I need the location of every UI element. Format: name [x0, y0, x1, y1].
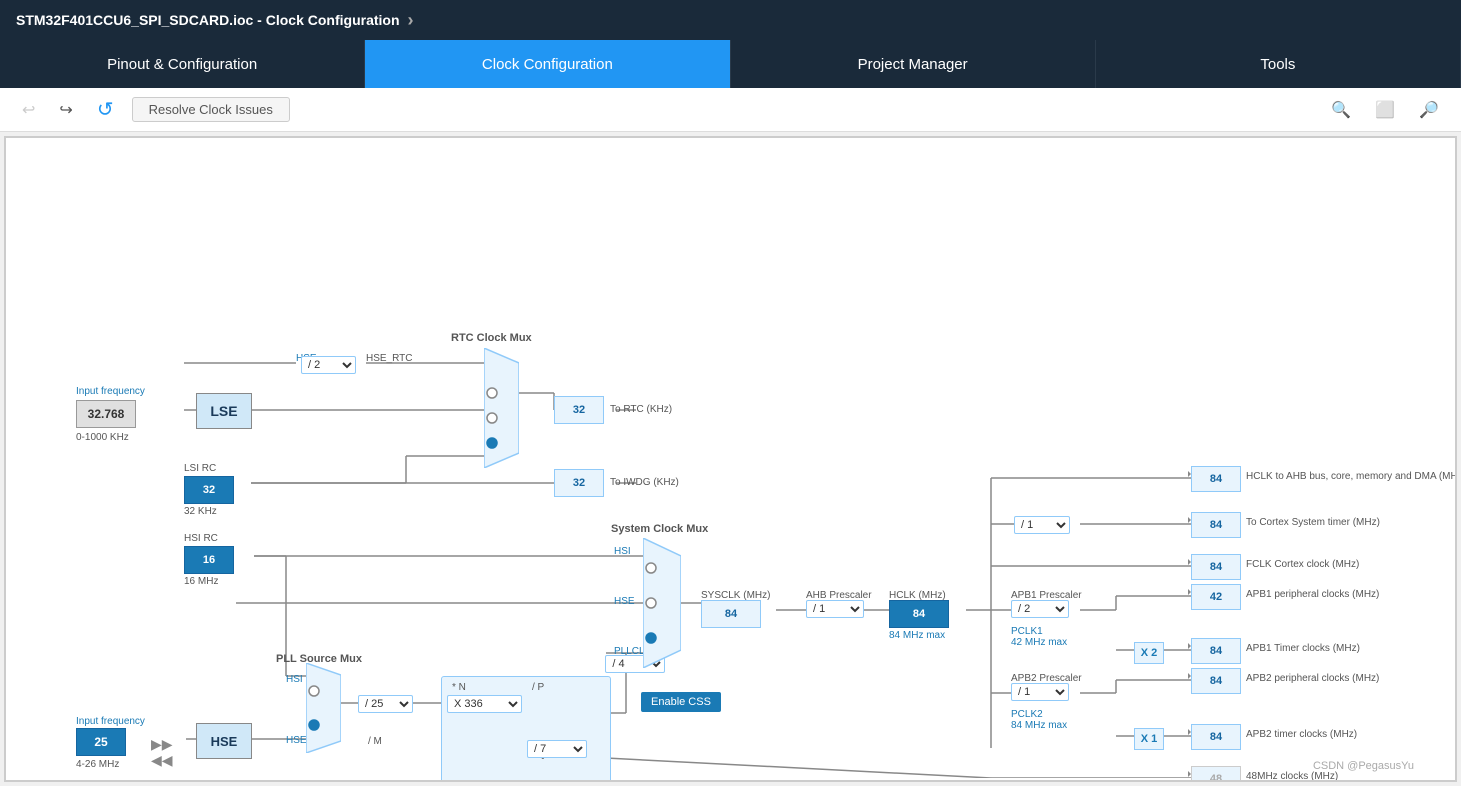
main-pll-box: * N X 336 / P / 4 / Q / 7 Main PLL [441, 676, 611, 782]
apb2-periph-label: APB2 peripheral clocks (MHz) [1246, 673, 1379, 684]
div-p-label: / P [532, 682, 544, 693]
enable-css-button[interactable]: Enable CSS [641, 692, 721, 712]
pll-hsi-label: HSI [286, 674, 303, 685]
tab-clock[interactable]: Clock Configuration [365, 40, 730, 88]
cortex-timer-div-select[interactable]: / 1 [1014, 516, 1070, 534]
hse-div2-select[interactable]: / 2 [301, 356, 356, 374]
fclk-label: FCLK Cortex clock (MHz) [1246, 559, 1359, 570]
hse-bottom-block: HSE [196, 723, 252, 759]
fit-button[interactable]: ⬜ [1369, 96, 1401, 124]
sys-mux-shape [643, 538, 681, 668]
mul-n-label: * N [452, 682, 466, 693]
zoom-in-button[interactable]: 🔍 [1325, 96, 1357, 124]
hsi-label: HSI RC [184, 533, 218, 544]
hsi-value[interactable]: 16 [184, 546, 234, 574]
ahb-select[interactable]: / 1 [806, 600, 864, 618]
apb1-periph-value: 42 [1191, 584, 1241, 610]
div-m-label: / M [368, 736, 382, 747]
pclk1-label: PCLK1 [1011, 626, 1043, 637]
apb2-periph-value: 84 [1191, 668, 1241, 694]
pll-hse-label: HSE [286, 735, 307, 746]
clock-diagram: Input frequency 32.768 0-1000 KHz LSE LS… [6, 138, 1426, 778]
tab-pinout[interactable]: Pinout & Configuration [0, 40, 365, 88]
watermark: CSDN @PegasusYu [1313, 760, 1414, 772]
cortex-timer-value: 84 [1191, 512, 1241, 538]
pclk2-label: PCLK2 [1011, 709, 1043, 720]
system-clock-mux-label: System Clock Mux [611, 523, 708, 535]
input-freq-bottom-value[interactable]: 25 [76, 728, 126, 756]
hse-rtc-label: HSE_RTC [366, 353, 413, 364]
input-freq-top-value[interactable]: 32.768 [76, 400, 136, 428]
sys-hsi-label: HSI [614, 546, 631, 557]
hse-arrows: ▶▶ [151, 736, 173, 753]
to-rtc-label: To RTC (KHz) [610, 404, 672, 415]
mul-n-select[interactable]: X 336 [447, 695, 522, 713]
div-q-select[interactable]: / 7 [527, 740, 587, 758]
lsi-value[interactable]: 32 [184, 476, 234, 504]
mhz48-value: 48 [1191, 766, 1241, 782]
zoom-out-button[interactable]: 🔎 [1413, 96, 1445, 124]
hsi-unit: 16 MHz [184, 576, 218, 587]
apb1-periph-label: APB1 peripheral clocks (MHz) [1246, 589, 1379, 600]
to-rtc-value[interactable]: 32 [554, 396, 604, 424]
sys-hse-label: HSE [614, 596, 635, 607]
sysclk-value[interactable]: 84 [701, 600, 761, 628]
input-freq-top-range: 0-1000 KHz [76, 432, 129, 443]
hclk-max: 84 MHz max [889, 630, 945, 641]
lsi-label: LSI RC [184, 463, 216, 474]
div-m-select[interactable]: / 25 [358, 695, 413, 713]
canvas-area: Input frequency 32.768 0-1000 KHz LSE LS… [4, 136, 1457, 782]
lse-block: LSE [196, 393, 252, 429]
toolbar: ↩ ↪ ↺ Resolve Clock Issues 🔍 ⬜ 🔎 [0, 88, 1461, 132]
to-iwdg-label: To IWDG (KHz) [610, 477, 679, 488]
apb1-timer-value: 84 [1191, 638, 1241, 664]
nav-tabs: Pinout & Configuration Clock Configurati… [0, 40, 1461, 88]
apb1-select[interactable]: / 2 [1011, 600, 1069, 618]
pclk2-max: 84 MHz max [1011, 720, 1067, 731]
hse-arrows2: ◀◀ [151, 752, 173, 769]
resolve-clock-button[interactable]: Resolve Clock Issues [132, 97, 290, 122]
lsi-unit: 32 KHz [184, 506, 217, 517]
apb1-timer-mul: X 2 [1134, 642, 1164, 664]
apb2-timer-label: APB2 timer clocks (MHz) [1246, 729, 1357, 740]
apb1-timer-label: APB1 Timer clocks (MHz) [1246, 643, 1360, 654]
mhz48-label: 48MHz clocks (MHz) [1246, 771, 1338, 782]
breadcrumb-chevron: › [408, 10, 414, 31]
cortex-timer-label: To Cortex System timer (MHz) [1246, 517, 1380, 528]
pclk1-max: 42 MHz max [1011, 637, 1067, 648]
hclk-ahb-label: HCLK to AHB bus, core, memory and DMA (M… [1246, 471, 1457, 482]
apb2-timer-value: 84 [1191, 724, 1241, 750]
tab-project[interactable]: Project Manager [731, 40, 1096, 88]
to-iwdg-value[interactable]: 32 [554, 469, 604, 497]
apb2-timer-mul: X 1 [1134, 728, 1164, 750]
window-title: STM32F401CCU6_SPI_SDCARD.ioc - Clock Con… [16, 12, 400, 28]
undo-button[interactable]: ↩ [16, 96, 41, 124]
apb2-select[interactable]: / 1 [1011, 683, 1069, 701]
hclk-ahb-value: 84 [1191, 466, 1241, 492]
title-bar: STM32F401CCU6_SPI_SDCARD.ioc - Clock Con… [0, 0, 1461, 40]
hclk-value[interactable]: 84 [889, 600, 949, 628]
refresh-button[interactable]: ↺ [91, 93, 120, 126]
input-freq-top-label: Input frequency [76, 386, 145, 397]
fclk-value: 84 [1191, 554, 1241, 580]
input-freq-bottom-label: Input frequency [76, 716, 145, 727]
redo-button[interactable]: ↪ [53, 96, 78, 124]
tab-tools[interactable]: Tools [1096, 40, 1461, 88]
pll-source-mux-shape [306, 663, 341, 753]
rtc-mux-label: RTC Clock Mux [451, 332, 532, 344]
input-freq-bottom-range: 4-26 MHz [76, 759, 119, 770]
rtc-mux-shape [484, 348, 519, 468]
